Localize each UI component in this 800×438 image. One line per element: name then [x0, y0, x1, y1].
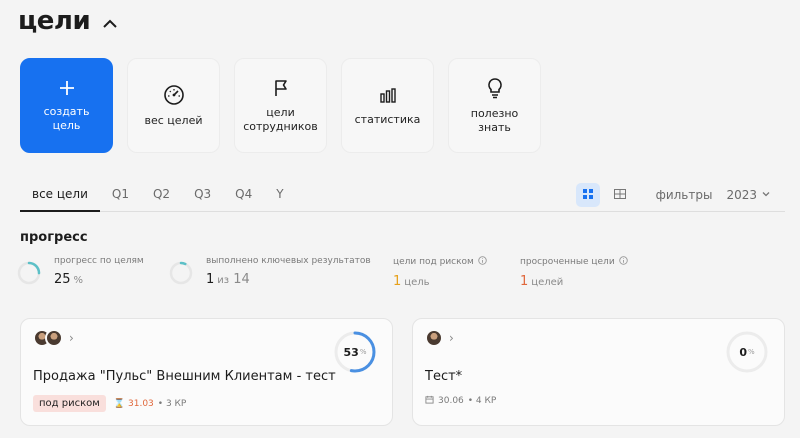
chevron-right-icon: ›: [69, 331, 74, 345]
calendar-icon: [425, 395, 434, 407]
info-icon[interactable]: [478, 256, 487, 268]
stat-value: 1: [393, 274, 402, 289]
tile-label: полезно знать: [470, 106, 519, 134]
progress-unit: %: [359, 348, 367, 356]
tile-label: вес целей: [144, 113, 203, 127]
stat-value: 1: [206, 272, 215, 287]
progress-title: прогресс: [20, 230, 88, 245]
goal-progress-ring: 0%: [724, 329, 770, 375]
plus-icon: [58, 79, 76, 97]
stat-unit: из: [217, 275, 230, 286]
progress-unit: %: [748, 348, 755, 356]
stat-value: 1: [520, 274, 529, 289]
header: цели: [18, 6, 120, 36]
goal-title: Продажа "Пульс" Внешним Клиентам - тест: [33, 369, 336, 384]
stat-goal-progress: прогресс по целям 25%: [17, 256, 144, 287]
stat-overdue: просроченные цели 1 целей: [520, 256, 628, 289]
tile-label: статистика: [354, 112, 421, 126]
info-icon[interactable]: [618, 256, 628, 268]
bar-chart-icon: [378, 85, 398, 105]
tab-q1[interactable]: Q1: [100, 180, 141, 212]
progress-value: 0: [739, 345, 747, 359]
employee-goals-button[interactable]: цели сотрудников: [234, 58, 327, 153]
chevron-up-icon[interactable]: [100, 14, 120, 34]
goal-meta: под риском ⌛ 31.03 • 3 КР: [33, 395, 186, 412]
grid-icon: [582, 188, 593, 202]
useful-info-button[interactable]: полезно знать: [448, 58, 541, 153]
hourglass-icon: ⌛: [113, 398, 126, 409]
stat-label: выполнено ключевых результатов: [206, 256, 371, 266]
goal-progress-ring: [17, 261, 41, 285]
stat-unit: целей: [531, 277, 564, 288]
stat-total: 14: [233, 272, 250, 287]
gauge-icon: [163, 84, 185, 106]
goal-meta: 30.06 • 4 КР: [425, 395, 496, 407]
page-title: цели: [18, 6, 91, 36]
goal-progress-ring: 53%: [332, 329, 378, 375]
tab-year[interactable]: Y: [264, 180, 295, 212]
stat-unit: цель: [404, 277, 430, 288]
avatar: [45, 329, 63, 347]
key-results-count: • 4 КР: [467, 396, 497, 406]
chevron-right-icon: ›: [449, 331, 454, 345]
tab-q4[interactable]: Q4: [223, 180, 264, 212]
goal-title: Тест*: [425, 369, 463, 384]
progress-stats: прогресс по целям 25% выполнено ключевых…: [17, 256, 780, 296]
tab-q3[interactable]: Q3: [182, 180, 223, 212]
key-results-count: • 3 КР: [157, 398, 187, 409]
table-icon: [613, 188, 626, 202]
stat-at-risk: цели под риском 1 цель: [393, 256, 487, 289]
progress-value: 53: [343, 345, 359, 359]
tile-label: создать цель: [43, 104, 90, 132]
assignees[interactable]: ›: [425, 329, 454, 347]
goal-weights-button[interactable]: вес целей: [127, 58, 220, 153]
key-results-ring: [169, 261, 193, 285]
year-select[interactable]: 2023: [726, 188, 771, 202]
year-value: 2023: [726, 188, 757, 202]
tab-q2[interactable]: Q2: [141, 180, 182, 212]
stat-label: просроченные цели: [520, 257, 615, 267]
tile-label: цели сотрудников: [243, 105, 318, 133]
stat-key-results: выполнено ключевых результатов 1 из 14: [169, 256, 371, 287]
tabs-bar: все цели Q1 Q2 Q3 Q4 Y фильтры 2023: [20, 180, 785, 212]
create-goal-button[interactable]: создать цель: [20, 58, 113, 153]
table-view-button[interactable]: [608, 183, 632, 207]
goal-card[interactable]: › 53% Продажа "Пульс" Внешним Клиентам -…: [20, 318, 393, 426]
goal-deadline: 30.06: [438, 396, 464, 406]
tabs-toolbar: фильтры 2023: [575, 180, 771, 210]
lightbulb-icon: [485, 77, 505, 99]
stat-label: цели под риском: [393, 257, 474, 267]
avatar: [425, 329, 443, 347]
flag-icon: [271, 78, 291, 98]
grid-view-button[interactable]: [575, 183, 600, 207]
chevron-down-icon: [761, 188, 771, 202]
tab-all-goals[interactable]: все цели: [20, 180, 100, 212]
stat-label: прогресс по целям: [54, 256, 144, 266]
assignees[interactable]: ›: [33, 329, 74, 347]
statistics-button[interactable]: статистика: [341, 58, 434, 153]
goal-deadline: 31.03: [128, 398, 154, 409]
filters-button[interactable]: фильтры: [656, 188, 713, 202]
status-badge: под риском: [33, 395, 106, 412]
goal-card[interactable]: › 0% Тест* 30.06 • 4 КР: [412, 318, 785, 426]
stat-unit: %: [73, 275, 84, 286]
stat-value: 25: [54, 272, 71, 287]
action-tiles: создать цель вес целей цели сотрудников …: [20, 58, 541, 153]
